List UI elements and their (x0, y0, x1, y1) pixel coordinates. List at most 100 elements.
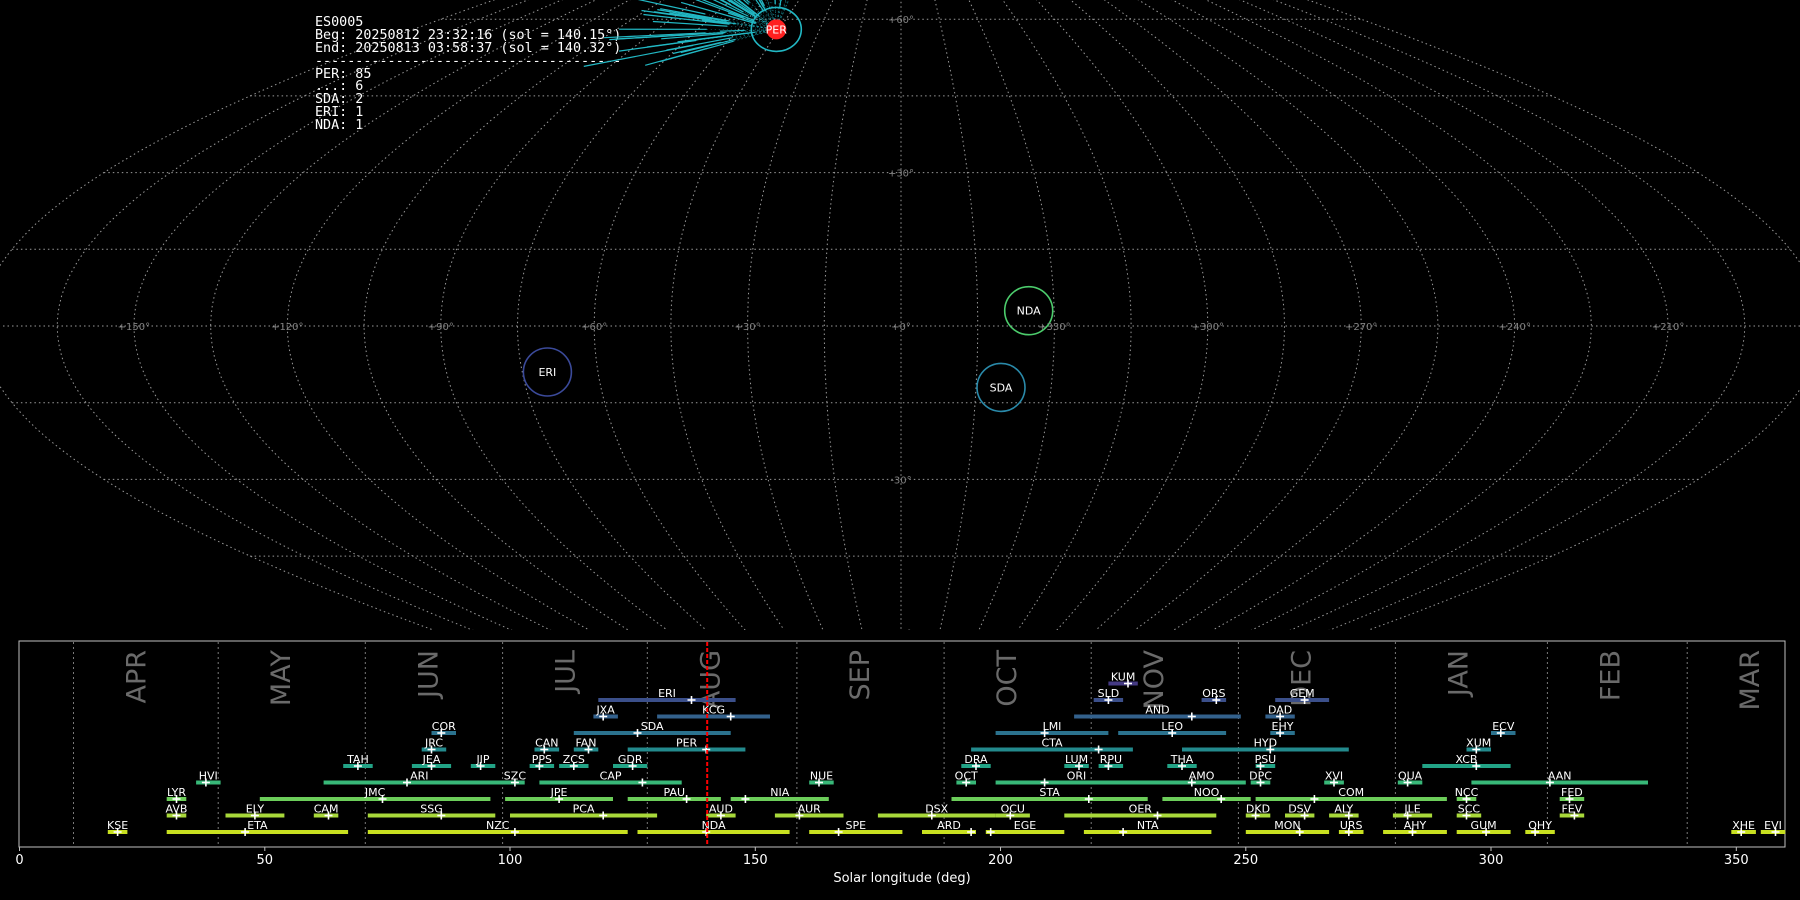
radiant-label-eri: ERI (538, 366, 556, 379)
shower-activity-timeline: APR MAY JUN JUL AUG SEP OCT NOV DEC JAN FEB MAR KSE… (15, 640, 1786, 886)
meridian-line (1036, 0, 1209, 630)
shower-bar-label: CTA (1041, 737, 1063, 750)
shower-bar-label: ARI (410, 770, 428, 783)
shower-bar-label: SCC (1458, 803, 1481, 816)
shower-bar-label: JRC (424, 737, 443, 750)
x-tick-label: 200 (988, 853, 1013, 868)
shower-bar-label: THA (1170, 753, 1194, 766)
shower-bar-label: ARD (937, 819, 961, 832)
shower-bar-label: NOO (1194, 786, 1220, 799)
shower-bar-label: PER (676, 737, 698, 750)
meridian-line (56, 0, 530, 630)
month-label: NOV (1139, 649, 1170, 709)
shower-bar-label: STA (1039, 786, 1060, 799)
shower-bar-label: DPC (1249, 770, 1272, 783)
shower-bar-label: HVI (199, 770, 218, 783)
shower-bar-label: ECV (1492, 720, 1515, 733)
shower-bar-label: NDA (702, 819, 727, 832)
month-label: APR (122, 650, 153, 704)
shower-bar-label: COM (1338, 786, 1364, 799)
meridian-line (133, 0, 563, 630)
shower-bar-label: AHY (1404, 819, 1427, 832)
shower-bar-label: XUM (1466, 737, 1491, 750)
lon-tick-label: +240° (1498, 322, 1530, 333)
shower-bar-label: AUR (798, 803, 822, 816)
shower-bar-label: JXA (595, 704, 615, 717)
shower-bar-label: XCB (1456, 753, 1478, 766)
lon-tick-label: +210° (1652, 322, 1684, 333)
shower-bar-label: ORS (1202, 687, 1225, 700)
lon-tick-label: +330° (1038, 322, 1070, 333)
shower-bar-label: DSX (925, 803, 948, 816)
shower-bar-label: SZC (504, 770, 527, 783)
month-label: JAN (1443, 650, 1474, 698)
x-tick-label: 150 (743, 853, 768, 868)
meridian-line (286, 0, 631, 630)
meridian-line (670, 0, 800, 630)
shower-bar-label: RPU (1100, 753, 1122, 766)
shower-bar-label: LYR (167, 786, 186, 799)
shower-bar-label: SDA (641, 720, 664, 733)
shower-bar-label: KSE (107, 819, 128, 832)
shower-bar-label: SPE (846, 819, 867, 832)
shower-bar-label: KCG (702, 704, 725, 717)
shower-bar-label: ETA (247, 819, 268, 832)
shower-radiants: PER NDA SDA ERI (522, 6, 1054, 413)
shower-bar-label: DRA (964, 753, 988, 766)
lon-tick-label: +90° (428, 322, 454, 333)
meridian-line (210, 0, 597, 630)
lon-tick-label: +60° (581, 322, 607, 333)
shower-bar-label: ERI (658, 687, 676, 700)
shower-bar-label: OER (1129, 803, 1153, 816)
lon-tick-label: +150° (118, 322, 150, 333)
lat-tick-label: +30° (888, 169, 914, 180)
shower-bar-label: ALY (1334, 803, 1353, 816)
lon-tick-label: +120° (271, 322, 303, 333)
shower-bar-label: MON (1274, 819, 1300, 832)
shower-bar-label: FEV (1561, 803, 1582, 816)
x-tick-label: 50 (257, 853, 274, 868)
radiant-label-nda: NDA (1017, 305, 1042, 318)
month-label: JUL (551, 650, 582, 695)
shower-bar-label: AND (1145, 704, 1169, 717)
x-tick-label: 350 (1724, 853, 1749, 868)
shower-bar-label: AMO (1189, 770, 1215, 783)
shower-bar-label: XHE (1732, 819, 1755, 832)
meridian-line (0, 0, 496, 630)
meridian-line (1171, 0, 1516, 630)
shower-bar-label: PCA (573, 803, 595, 816)
shower-bar-label: HYD (1254, 737, 1277, 750)
shower-bar-label: AUD (709, 803, 733, 816)
shower-bar-label: JLE (1403, 803, 1420, 816)
x-tick-label: 0 (15, 853, 23, 868)
meridian-line (1137, 0, 1439, 630)
month-label: JUN (413, 650, 444, 700)
shower-bar-label: TAH (346, 753, 369, 766)
shower-bar-label: SSG (420, 803, 443, 816)
shower-bar-label: LUM (1065, 753, 1088, 766)
shower-bar-label: COR (432, 720, 456, 733)
meteor-trail (719, 29, 745, 32)
month-label: OCT (992, 650, 1023, 707)
shower-bar-label: AAN (1548, 770, 1572, 783)
sky-tick-labels: +180°+150°+120°+90°+60°+30°+0°+330°+300°… (118, 15, 1685, 630)
shower-bar-label: ELY (246, 803, 265, 816)
shower-bar-label: FED (1561, 786, 1583, 799)
shower-bar-label: NIA (770, 786, 789, 799)
lon-tick-label: +270° (1345, 322, 1377, 333)
shower-bar-label: NTA (1137, 819, 1159, 832)
month-label: MAR (1735, 650, 1766, 711)
meteor-trail (774, 0, 776, 4)
shower-bar-label: OHY (1528, 819, 1552, 832)
shower-bar-label: CAN (535, 737, 558, 750)
meridian-line (934, 0, 979, 630)
shower-bar-label: JIP (475, 753, 489, 766)
shower-bar-label: CAM (314, 803, 339, 816)
shower-bar-label: DAD (1268, 704, 1292, 717)
shower-bar-label: EHY (1272, 720, 1294, 733)
shower-bar-label: GEM (1290, 687, 1315, 700)
shower-bar-label: URS (1340, 819, 1363, 832)
meteor-trail (645, 47, 708, 66)
shower-bar-label: GDR (618, 753, 643, 766)
shower-bar-label: XVI (1325, 770, 1343, 783)
